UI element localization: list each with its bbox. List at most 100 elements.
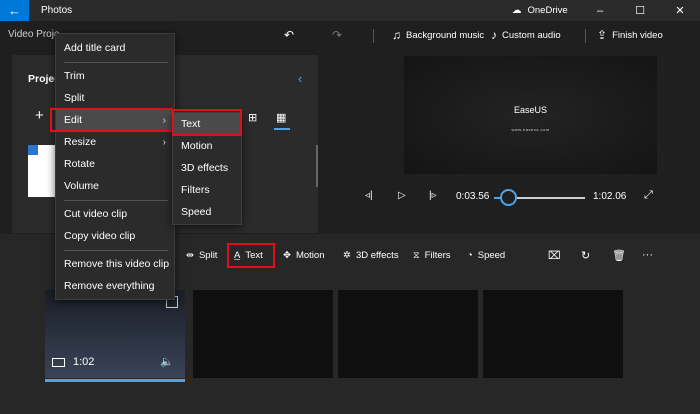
more-options-icon[interactable]: ··· [642,249,653,261]
undo-icon: ↶ [284,28,295,42]
maximize-button[interactable]: ☐ [620,0,660,21]
speed-label: Speed [477,250,506,261]
back-button[interactable]: ← [0,0,29,21]
3d-effects-icon: ✲ [343,250,351,261]
custom-audio-label: Custom audio [502,29,561,41]
menu-item-split[interactable]: Split [56,87,174,109]
app-title: Photos [41,5,73,16]
collapse-chevron-icon[interactable]: ‹ [298,71,302,86]
onedrive-status[interactable]: ☁ OneDrive [512,0,568,21]
submenu-item-label: Filters [181,184,210,196]
filters-button[interactable]: ⧖ Filters [413,250,451,261]
filters-icon: ⧖ [413,250,420,261]
add-button[interactable]: + [35,107,44,124]
rotate-icon[interactable]: ↻ [581,249,590,262]
edit-item-highlight [50,108,173,132]
split-icon: ⇹ [186,250,194,261]
next-frame-button[interactable]: |▹ [429,190,437,201]
fullscreen-icon[interactable]: ⤢ [644,189,653,202]
speed-icon: ◔ [467,250,473,261]
menu-item-label: Add title card [64,42,126,54]
context-menu: Add title card Trim Split Edit › Resize … [55,33,175,300]
divider [585,29,586,43]
submenu-item-label: 3D effects [181,162,229,174]
seek-thumb[interactable] [500,189,517,206]
submenu-item-motion[interactable]: Motion [173,135,241,157]
storyboard-clip[interactable] [193,290,333,378]
active-view-indicator [274,128,290,130]
menu-item-label: Volume [64,180,100,192]
submenu-item-label: Speed [181,206,212,218]
menu-separator [64,250,168,251]
filters-label: Filters [424,250,451,261]
menu-separator [64,200,168,201]
text-button-highlight [227,243,275,268]
cloud-icon: ☁ [512,5,522,16]
selected-clip-indicator [45,379,185,382]
submenu-item-3d-effects[interactable]: 3D effects [173,157,241,179]
monitor-icon [52,357,65,367]
volume-icon[interactable]: 🔈 [160,355,174,368]
submenu-item-speed[interactable]: Speed [173,201,241,223]
text-item-highlight [172,109,242,136]
minimize-button[interactable]: – [580,0,620,21]
total-time: 1:02.06 [593,191,627,202]
speed-button[interactable]: ◔ Speed [467,250,505,261]
menu-item-label: Remove everything [64,280,155,292]
grid-view-icon[interactable]: ⊞ [248,111,257,124]
title-bar: ← Photos ☁ OneDrive – ☐ ✕ [0,0,700,21]
3d-effects-label: 3D effects [355,250,399,261]
menu-item-remove-this-video-clip[interactable]: Remove this video clip [56,253,174,275]
split-button[interactable]: ⇹ Split [186,250,217,261]
background-music-label: Background music [406,29,485,41]
menu-item-label: Split [64,92,85,104]
delete-icon[interactable]: 🗑 [612,249,626,262]
menu-item-add-title-card[interactable]: Add title card [56,37,174,59]
finish-video-label: Finish video [612,29,663,41]
split-label: Split [198,250,218,261]
menu-item-label: Cut video clip [64,208,128,220]
custom-audio-button[interactable]: ♪ Custom audio [491,28,561,42]
seek-track[interactable] [509,197,585,199]
chevron-right-icon: › [162,136,166,148]
motion-label: Motion [295,250,325,261]
onedrive-label: OneDrive [527,5,568,16]
clip-duration-label: 1:02 [73,356,95,368]
menu-item-remove-everything[interactable]: Remove everything [56,275,174,297]
menu-item-label: Trim [64,70,85,82]
menu-item-label: Rotate [64,158,95,170]
storyboard-clip[interactable] [483,290,623,378]
breadcrumb[interactable]: Video Proje [8,29,60,40]
submenu-item-label: Motion [181,140,213,152]
play-button[interactable]: ▷ [398,190,406,201]
scrollbar[interactable] [316,145,318,187]
menu-item-volume[interactable]: Volume [56,175,174,197]
menu-item-resize[interactable]: Resize › [56,131,174,153]
menu-item-cut-video-clip[interactable]: Cut video clip [56,203,174,225]
clip-duration: 1:02 [52,356,94,368]
menu-item-label: Remove this video clip [64,258,170,270]
preview-subtitle-text: www.easeus.com [511,127,550,132]
small-grid-view-icon[interactable]: ▦ [276,111,286,124]
menu-item-copy-video-clip[interactable]: Copy video clip [56,225,174,247]
menu-item-trim[interactable]: Trim [56,65,174,87]
redo-icon: ↷ [332,28,343,42]
close-button[interactable]: ✕ [660,0,700,21]
background-music-button[interactable]: ♫ Background music [392,28,484,42]
redo-button[interactable]: ↷ [332,28,342,42]
undo-button[interactable]: ↶ [284,28,294,42]
library-file-thumbnail[interactable] [28,145,58,197]
menu-item-rotate[interactable]: Rotate [56,153,174,175]
menu-item-label: Copy video clip [64,230,136,242]
previous-frame-button[interactable]: ◃| [365,190,373,201]
storyboard-clip[interactable] [338,290,478,378]
motion-button[interactable]: ✥ Motion [283,250,324,261]
submenu-item-filters[interactable]: Filters [173,179,241,201]
resize-icon[interactable]: ⌧ [548,249,561,262]
window-controls: – ☐ ✕ [580,0,700,21]
3d-effects-button[interactable]: ✲ 3D effects [343,250,399,261]
current-time: 0:03.56 [456,191,490,202]
motion-icon: ✥ [283,250,291,261]
finish-video-button[interactable]: ⇪ Finish video [597,28,663,42]
music-note-icon: ♫ [392,28,401,42]
